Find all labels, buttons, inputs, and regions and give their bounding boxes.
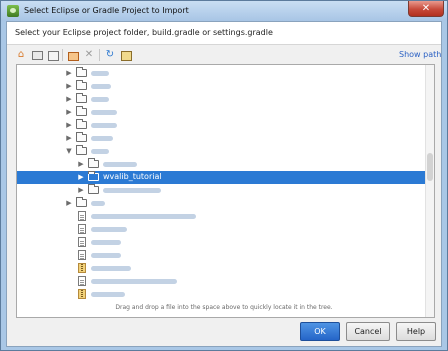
help-button[interactable]: Help — [396, 322, 436, 341]
tree-row[interactable]: ▶ — [17, 93, 426, 106]
collapsed-arrow-icon[interactable]: ▶ — [65, 68, 73, 78]
scrollbar-thumb[interactable] — [427, 153, 433, 181]
folder-icon — [76, 145, 87, 155]
close-button[interactable]: ✕ — [408, 1, 444, 17]
refresh-icon[interactable]: ↻ — [104, 49, 116, 61]
document-icon — [78, 211, 86, 221]
title-bar[interactable]: Select Eclipse or Gradle Project to Impo… — [1, 1, 447, 21]
tree-row-file[interactable] — [17, 275, 426, 288]
redacted-label — [91, 266, 131, 271]
folder-icon — [76, 132, 87, 142]
collapsed-arrow-icon[interactable]: ▶ — [65, 133, 73, 143]
folder-icon — [76, 197, 87, 207]
toolbar-separator — [62, 49, 63, 61]
tree-row-file[interactable] — [17, 249, 426, 262]
folder-icon — [88, 171, 99, 181]
redacted-label — [91, 227, 127, 232]
android-studio-icon — [7, 5, 19, 17]
redacted-label — [91, 279, 177, 284]
collapsed-arrow-icon[interactable]: ▶ — [77, 185, 85, 195]
tree-row-file[interactable] — [17, 223, 426, 236]
folder-icon — [76, 67, 87, 77]
redacted-label — [91, 84, 111, 89]
tree-row-file[interactable] — [17, 262, 426, 275]
document-icon — [78, 237, 86, 247]
project-icon[interactable] — [47, 49, 59, 61]
drag-drop-hint: Drag and drop a file into the space abov… — [115, 304, 333, 311]
tree-row-file[interactable] — [17, 288, 426, 301]
delete-icon[interactable]: ✕ — [83, 49, 95, 61]
redacted-label — [91, 97, 109, 102]
new-folder-icon[interactable] — [67, 49, 79, 61]
toolbar-separator — [99, 49, 100, 61]
folder-icon — [76, 119, 87, 129]
redacted-label — [91, 214, 196, 219]
tree-row-file[interactable] — [17, 236, 426, 249]
folder-icon — [76, 93, 87, 103]
redacted-label — [103, 188, 161, 193]
tree-row-expanded[interactable]: ▼ — [17, 145, 426, 158]
tree-row-file[interactable] — [17, 210, 426, 223]
folder-icon — [88, 158, 99, 168]
collapsed-arrow-icon[interactable]: ▶ — [65, 198, 73, 208]
file-tree[interactable]: ▶ ▶ ▶ ▶ ▶ ▶ ▼ ▶ ▶ wvalib_tutorial ▶ ▶ — [16, 64, 435, 318]
document-icon — [78, 224, 86, 234]
instruction-panel: Select your Eclipse project folder, buil… — [7, 22, 441, 45]
tree-row[interactable]: ▶ — [17, 106, 426, 119]
redacted-label — [91, 71, 109, 76]
collapsed-arrow-icon[interactable]: ▶ — [77, 159, 85, 169]
window-title: Select Eclipse or Gradle Project to Impo… — [24, 6, 189, 15]
cancel-button[interactable]: Cancel — [346, 322, 390, 341]
selected-folder-label: wvalib_tutorial — [103, 172, 162, 181]
redacted-label — [91, 201, 105, 206]
folder-icon — [88, 184, 99, 194]
desktop-icon[interactable] — [31, 49, 43, 61]
tree-row[interactable]: ▶ — [17, 197, 426, 210]
collapsed-arrow-icon[interactable]: ▶ — [65, 120, 73, 130]
redacted-label — [91, 136, 113, 141]
ok-button[interactable]: OK — [300, 322, 340, 341]
tree-row[interactable]: ▶ — [17, 119, 426, 132]
toggle-hidden-icon[interactable] — [120, 49, 132, 61]
tree-row[interactable]: ▶ — [17, 67, 426, 80]
tree-row[interactable]: ▶ — [17, 184, 426, 197]
redacted-label — [91, 149, 109, 154]
redacted-label — [91, 110, 117, 115]
tree-row[interactable]: ▶ — [17, 80, 426, 93]
dialog-body: Select your Eclipse project folder, buil… — [6, 21, 442, 347]
tree-row-selected[interactable]: ▶ wvalib_tutorial — [17, 171, 426, 184]
redacted-label — [91, 123, 117, 128]
archive-icon — [78, 289, 86, 299]
redacted-label — [91, 292, 125, 297]
home-icon[interactable]: ⌂ — [15, 49, 27, 61]
show-path-link[interactable]: Show path — [399, 50, 441, 59]
redacted-label — [91, 240, 121, 245]
tree-row[interactable]: ▶ — [17, 158, 426, 171]
document-icon — [78, 250, 86, 260]
folder-icon — [76, 80, 87, 90]
tree-row[interactable]: ▶ — [17, 132, 426, 145]
document-icon — [78, 276, 86, 286]
vertical-scrollbar[interactable] — [425, 65, 434, 317]
archive-icon — [78, 263, 86, 273]
redacted-label — [91, 253, 121, 258]
expanded-arrow-icon[interactable]: ▼ — [65, 146, 73, 156]
redacted-label — [103, 162, 137, 167]
collapsed-arrow-icon[interactable]: ▶ — [65, 107, 73, 117]
collapsed-arrow-icon[interactable]: ▶ — [65, 81, 73, 91]
dialog-window: Select Eclipse or Gradle Project to Impo… — [0, 0, 448, 351]
collapsed-arrow-icon[interactable]: ▶ — [65, 94, 73, 104]
collapsed-arrow-icon[interactable]: ▶ — [77, 172, 85, 182]
instruction-text: Select your Eclipse project folder, buil… — [15, 28, 273, 37]
folder-icon — [76, 106, 87, 116]
